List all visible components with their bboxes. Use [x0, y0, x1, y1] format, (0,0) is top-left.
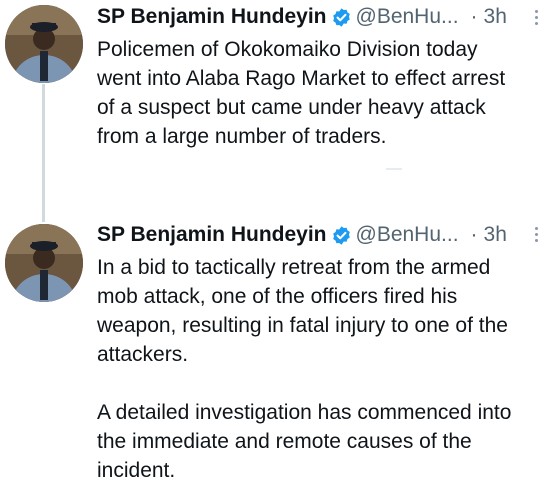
tweet-2[interactable]: SP Benjamin Hundeyin @BenHu... · 3h In a…: [0, 210, 553, 487]
tweet-text: In a bid to tactically retreat from the …: [97, 253, 545, 485]
divider: [386, 168, 402, 170]
tweet-1[interactable]: SP Benjamin Hundeyin @BenHu... · 3h Poli…: [0, 0, 553, 200]
tweet-header: SP Benjamin Hundeyin @BenHu... · 3h: [97, 2, 543, 32]
avatar[interactable]: [5, 224, 83, 302]
author-handle[interactable]: @BenHu...: [356, 5, 459, 29]
more-options-icon[interactable]: [535, 227, 539, 242]
separator-dot: ·: [470, 223, 478, 246]
more-options-icon[interactable]: [535, 10, 539, 25]
author-name[interactable]: SP Benjamin Hundeyin: [97, 5, 327, 29]
separator-dot: ·: [470, 5, 478, 28]
author-handle[interactable]: @BenHu...: [356, 223, 459, 247]
timestamp[interactable]: 3h: [484, 223, 507, 247]
tweet-paragraph: In a bid to tactically retreat from the …: [97, 256, 508, 366]
tweet-paragraph: Policemen of Okokomaiko Division today w…: [97, 38, 506, 148]
tweet-paragraph: A detailed investigation has commenced i…: [97, 401, 512, 482]
verified-badge-icon: [332, 7, 350, 27]
avatar-image: [5, 5, 83, 83]
author-name[interactable]: SP Benjamin Hundeyin: [97, 223, 327, 247]
avatar[interactable]: [5, 5, 83, 83]
timestamp[interactable]: 3h: [484, 5, 507, 29]
tweet-header: SP Benjamin Hundeyin @BenHu... · 3h: [97, 220, 543, 250]
avatar-image: [5, 224, 83, 302]
verified-badge-icon: [332, 225, 350, 245]
tweet-text: Policemen of Okokomaiko Division today w…: [97, 35, 545, 151]
